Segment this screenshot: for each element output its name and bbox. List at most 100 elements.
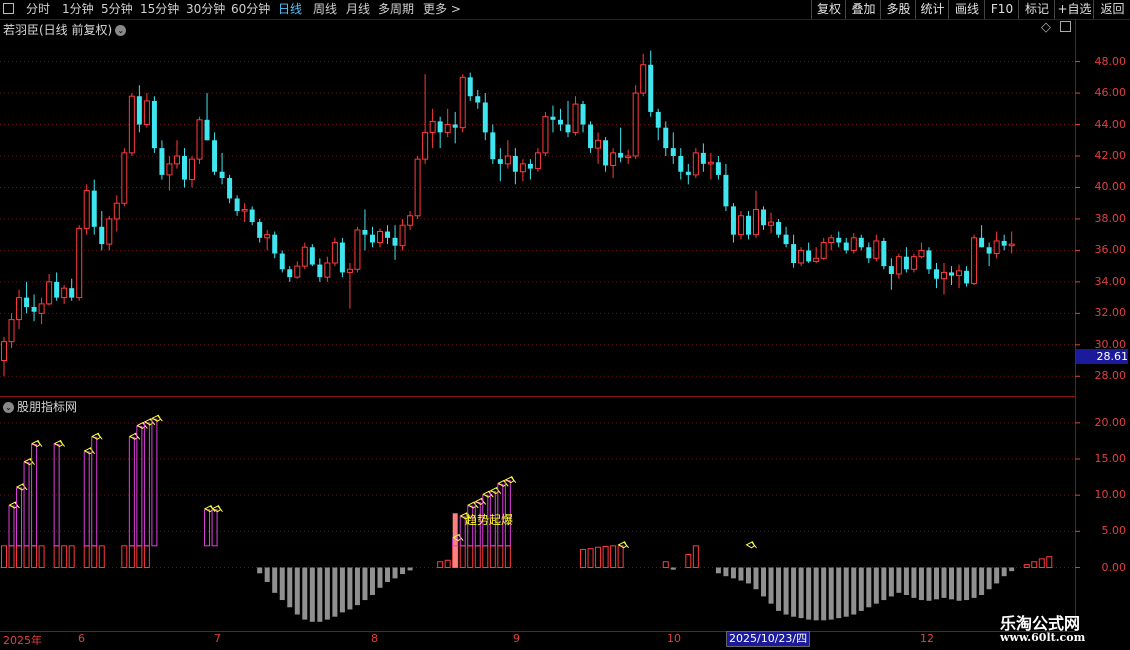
negative-bar bbox=[1009, 567, 1015, 572]
signal-bar bbox=[602, 546, 609, 569]
candle-body bbox=[949, 272, 955, 276]
chart-canvas[interactable] bbox=[0, 0, 1130, 650]
candle-body bbox=[362, 229, 368, 235]
negative-bar bbox=[933, 567, 939, 600]
negative-bar bbox=[896, 567, 902, 593]
candle-body bbox=[121, 152, 128, 204]
signal-bar bbox=[1038, 558, 1045, 569]
candle-body bbox=[159, 148, 165, 175]
candle-body bbox=[858, 237, 864, 248]
negative-bar bbox=[776, 567, 782, 611]
negative-bar bbox=[843, 567, 849, 617]
candle-body bbox=[339, 242, 345, 273]
base-bar bbox=[91, 545, 98, 569]
base-bar bbox=[53, 545, 60, 569]
candle-body bbox=[632, 92, 639, 157]
candle-body bbox=[99, 226, 105, 245]
base-bar bbox=[68, 545, 75, 569]
signal-bar bbox=[459, 545, 466, 569]
candle-body bbox=[866, 247, 872, 259]
candle-body bbox=[257, 222, 263, 238]
candle-body bbox=[475, 96, 481, 103]
negative-bar bbox=[272, 567, 278, 593]
negative-bar bbox=[821, 567, 827, 621]
price-tick-label: 44.00 bbox=[1094, 117, 1127, 131]
candle-body bbox=[91, 190, 97, 227]
candle-body bbox=[324, 262, 331, 278]
candle-body bbox=[723, 174, 729, 207]
signal-bar bbox=[489, 545, 496, 569]
indicator-tick-label: 15.00 bbox=[1094, 452, 1127, 466]
negative-bar bbox=[806, 567, 812, 620]
candle-body bbox=[444, 124, 451, 133]
month-label: 6 bbox=[78, 632, 85, 645]
candle-body bbox=[1, 341, 7, 362]
candle-body bbox=[301, 246, 308, 267]
candle-body bbox=[527, 163, 533, 169]
candle-body bbox=[151, 100, 157, 149]
candle-body bbox=[753, 208, 759, 236]
signal-flag-icon bbox=[31, 439, 41, 448]
base-bar bbox=[143, 545, 150, 569]
candle-body bbox=[964, 270, 970, 284]
candle-body bbox=[61, 287, 68, 299]
negative-bar bbox=[723, 567, 729, 577]
candle-body bbox=[294, 265, 301, 278]
signal-bar bbox=[474, 545, 481, 569]
price-tick-label: 36.00 bbox=[1094, 243, 1127, 257]
candle-body bbox=[234, 198, 240, 212]
base-bar bbox=[61, 545, 68, 569]
candle-body bbox=[910, 256, 917, 270]
negative-bar bbox=[903, 567, 909, 596]
candle-body bbox=[392, 237, 398, 246]
negative-bar bbox=[828, 567, 834, 620]
candle-body bbox=[580, 104, 586, 125]
negative-bar bbox=[873, 567, 879, 604]
candle-body bbox=[309, 247, 315, 265]
indicator-tick-label: 5.00 bbox=[1101, 524, 1127, 538]
negative-bar bbox=[670, 567, 676, 570]
negative-bar bbox=[339, 567, 345, 613]
negative-bar bbox=[971, 567, 977, 598]
candle-body bbox=[986, 247, 992, 254]
signal-bar bbox=[444, 559, 451, 569]
signal-bar bbox=[587, 548, 594, 569]
negative-bar bbox=[926, 567, 932, 601]
negative-bar bbox=[949, 567, 955, 600]
negative-bar bbox=[332, 567, 338, 617]
candle-body bbox=[354, 229, 361, 270]
candle-body bbox=[707, 161, 714, 165]
signal-flag-icon bbox=[91, 432, 101, 440]
negative-bar bbox=[309, 567, 315, 622]
month-label: 9 bbox=[513, 632, 520, 645]
base-bar bbox=[98, 545, 105, 569]
negative-bar bbox=[257, 567, 263, 574]
candle-body bbox=[38, 303, 45, 314]
negative-bar bbox=[738, 567, 744, 581]
candle-body bbox=[595, 139, 602, 149]
candle-body bbox=[143, 100, 150, 126]
negative-bar bbox=[941, 567, 947, 598]
signal-bar bbox=[580, 548, 587, 569]
candle-body bbox=[979, 237, 985, 248]
candle-body bbox=[490, 132, 496, 160]
candle-body bbox=[692, 152, 699, 176]
negative-bar bbox=[881, 567, 887, 601]
negative-bar bbox=[911, 567, 917, 598]
candle-body bbox=[640, 64, 647, 94]
price-tick-label: 38.00 bbox=[1094, 211, 1127, 225]
indicator-tick-label: 20.00 bbox=[1094, 415, 1127, 429]
negative-bar bbox=[730, 567, 736, 579]
candle-body bbox=[618, 152, 624, 158]
candle-body bbox=[836, 237, 842, 243]
candle-body bbox=[106, 218, 113, 245]
candle-body bbox=[31, 307, 37, 312]
negative-bar bbox=[385, 567, 391, 582]
price-tick-label: 40.00 bbox=[1094, 180, 1127, 194]
negative-bar bbox=[768, 567, 774, 604]
momentum-bar bbox=[204, 509, 211, 547]
candle-body bbox=[369, 234, 375, 243]
momentum-bar bbox=[151, 418, 158, 547]
candle-body bbox=[895, 256, 902, 275]
signal-bar bbox=[1031, 561, 1038, 569]
